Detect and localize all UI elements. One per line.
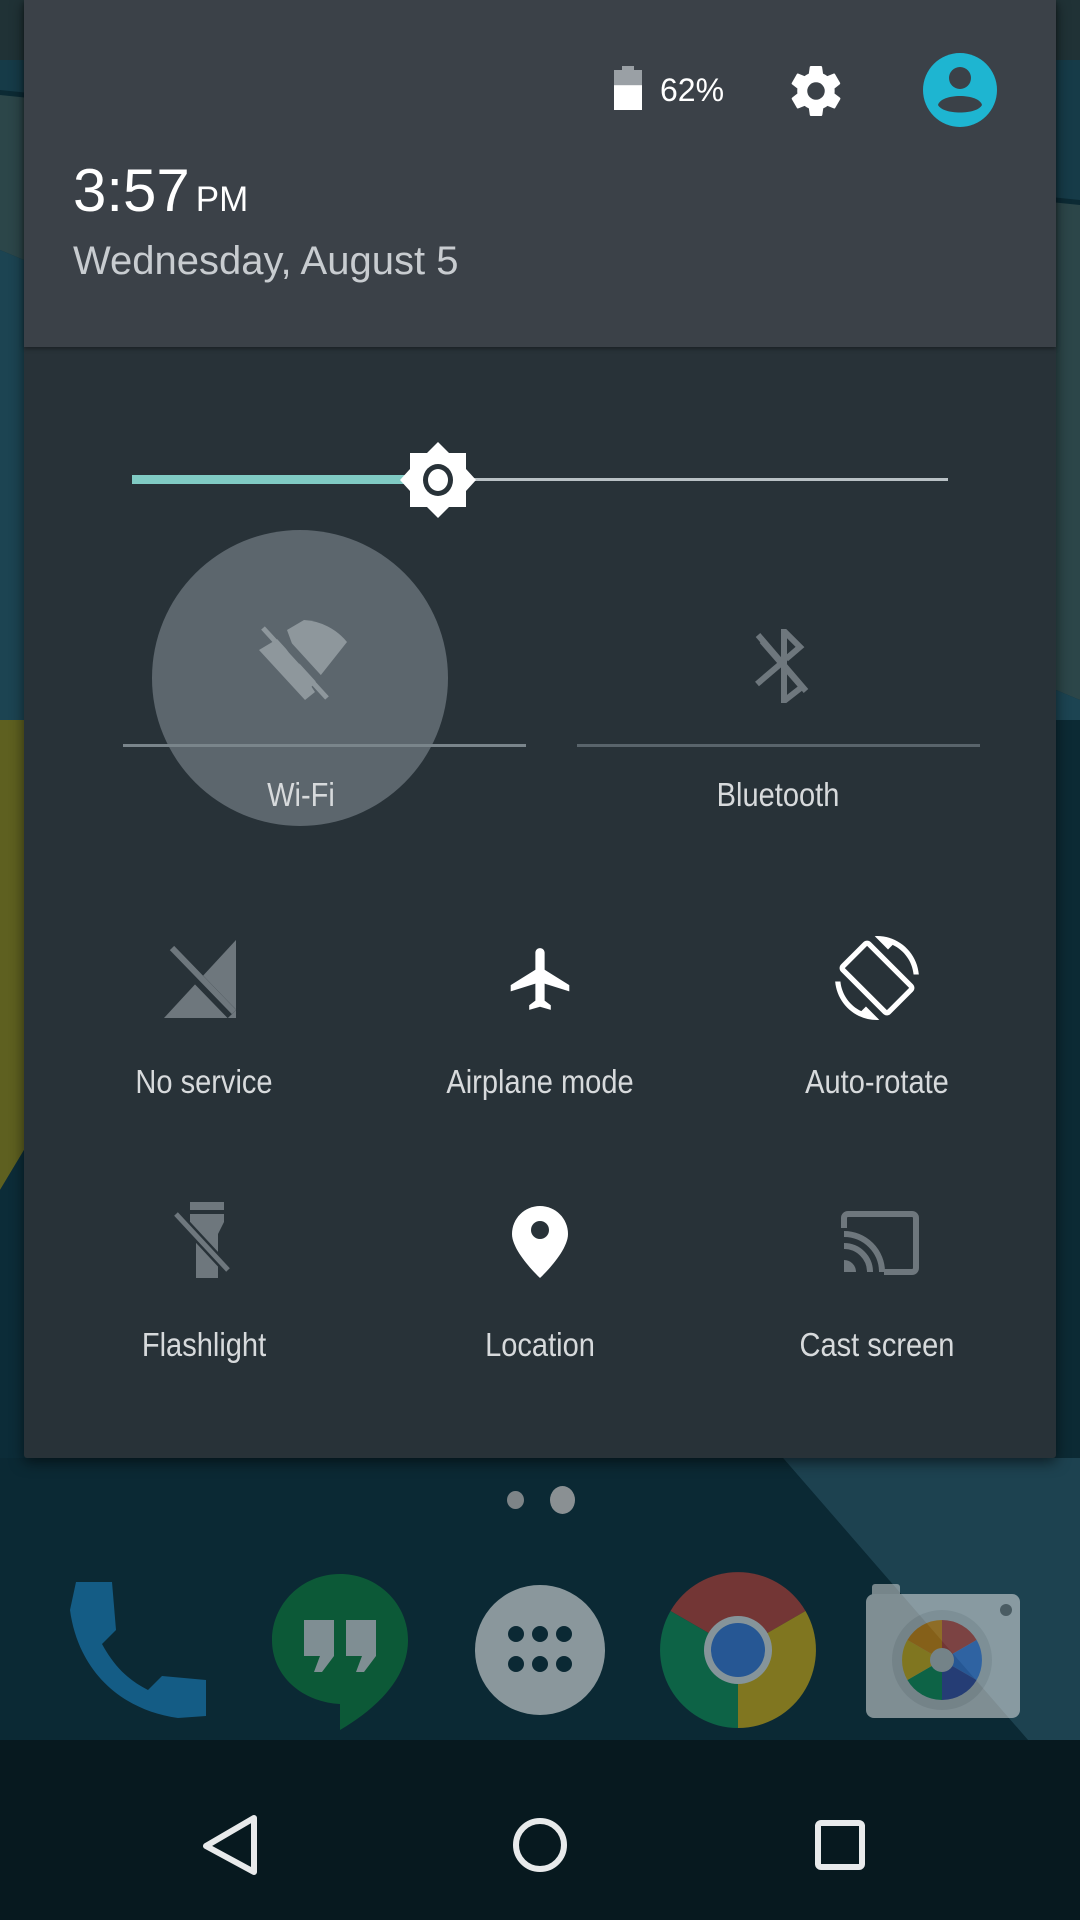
camera-icon[interactable] [864,1584,1022,1720]
screen-rotation-icon [835,936,919,1020]
brightness-fill [132,475,418,484]
dock [0,1560,1080,1740]
airplane-icon [510,948,570,1010]
wifi-divider [123,744,526,747]
battery-icon [614,66,642,110]
user-avatar-icon[interactable] [923,53,997,127]
tile-label: Wi-Fi [267,776,335,813]
tile-bluetooth[interactable]: Bluetooth [577,520,982,830]
tile-label: Bluetooth [716,776,840,813]
tile-airplane-mode[interactable]: Airplane mode [390,900,690,1120]
tile-label: Airplane mode [446,1063,634,1100]
app-drawer-icon[interactable] [474,1584,606,1716]
tile-no-service[interactable]: No service [54,900,354,1120]
tile-label: Auto-rotate [805,1063,949,1100]
tile-wifi[interactable]: Wi-Fi [99,520,526,830]
battery-percentage: 62% [660,72,725,108]
tile-label: Location [485,1326,595,1363]
location-pin-icon [512,1206,568,1278]
tile-cast-screen[interactable]: Cast screen [727,1180,1027,1390]
hangouts-icon[interactable] [270,1572,410,1732]
cast-icon [841,1211,919,1275]
page-dot[interactable] [507,1491,524,1509]
page-dot-active[interactable] [550,1486,575,1514]
tile-auto-rotate[interactable]: Auto-rotate [727,900,1027,1120]
tile-label: Cast screen [799,1326,955,1363]
tile-label: No service [135,1063,273,1100]
brightness-slider[interactable] [132,440,972,520]
quick-settings-header: 62% 3:57 PM Wednesday, August 5 [24,0,1056,347]
back-icon[interactable] [198,1810,268,1880]
home-icon[interactable] [505,1810,575,1880]
tile-flashlight[interactable]: Flashlight [54,1180,354,1390]
wifi-off-icon [259,620,347,700]
chrome-icon[interactable] [660,1572,816,1728]
phone-icon[interactable] [68,1580,208,1720]
recents-icon[interactable] [805,1810,875,1880]
quick-settings-panel: 62% 3:57 PM Wednesday, August 5 Wi-Fi Bl… [24,0,1056,1458]
tile-location[interactable]: Location [390,1180,690,1390]
clock-ampm: PM [195,180,249,219]
page-indicator [500,1484,590,1516]
flashlight-off-icon [172,1202,232,1278]
clock-time: 3:57 [73,157,190,224]
clock[interactable]: 3:57 PM [73,156,248,235]
tile-label: Flashlight [141,1326,267,1363]
brightness-icon[interactable] [398,440,478,520]
bluetooth-divider [577,744,980,747]
gear-icon[interactable] [786,61,846,121]
date[interactable]: Wednesday, August 5 [73,236,458,286]
bluetooth-off-icon [755,629,809,703]
no-signal-icon [164,940,237,1018]
navigation-bar [0,1790,1080,1920]
